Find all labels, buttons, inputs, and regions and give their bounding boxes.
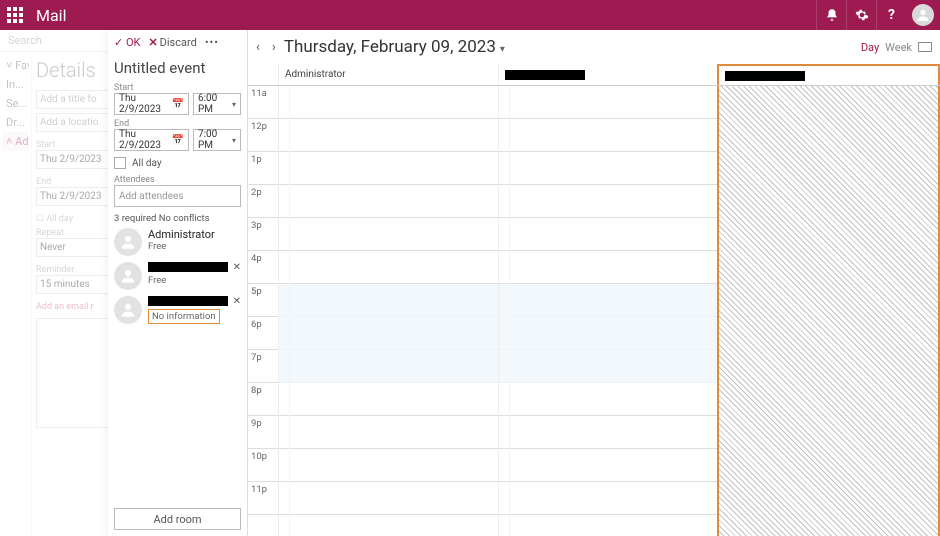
attendee-name [148,262,228,272]
app-launcher[interactable] [0,7,30,23]
user-avatar[interactable] [912,4,934,26]
scheduling-panel: ✓ OK ✕Discard ••• Untitled event Start T… [108,30,248,536]
attendee-status: Free [148,241,241,252]
calendar-icon: 📅 [172,99,184,110]
end-label: End [114,119,241,129]
hour-label: 12p [248,119,278,151]
calendar-date-picker[interactable]: Thursday, February 09, 2023▾ [284,37,505,57]
attendee-name [148,296,228,306]
attendee-row: No information ✕ [114,296,241,324]
attendee-row: AdministratorFree [114,228,241,256]
attendee-status: Free [148,275,241,286]
calendar-column-header [717,64,940,85]
remove-attendee-button[interactable]: ✕ [233,262,241,273]
chevron-down-icon: ▾ [232,100,236,109]
hour-label: 3p [248,218,278,250]
calendar-icon: 📅 [172,135,184,146]
app-title: Mail [30,6,66,25]
person-avatar-icon [114,296,142,324]
next-day-button[interactable]: › [272,40,276,55]
ok-button[interactable]: ✓ OK [114,36,140,49]
attendee-name: Administrator [148,228,241,241]
end-time-select[interactable]: 7:00 PM▾ [193,129,241,151]
attendees-label: Attendees [114,175,241,185]
attendees-input[interactable]: Add attendees [114,185,241,207]
attendee-row: Free ✕ [114,262,241,290]
add-room-button[interactable]: Add room [114,508,241,530]
checkbox-icon [114,157,126,169]
all-day-toggle[interactable]: All day [114,157,241,169]
view-day[interactable]: Day [861,41,879,54]
hour-label: 11p [248,482,278,514]
view-week[interactable]: Week [885,41,912,54]
start-label: Start [114,83,241,93]
calendar-column[interactable] [278,86,498,536]
notifications-button[interactable] [816,0,846,30]
calendar-column-header: Administrator [278,64,498,85]
hour-label: 11a [248,86,278,118]
hour-label: 9p [248,416,278,448]
start-date-input[interactable]: Thu 2/9/2023📅 [114,93,189,115]
calendar-column-header [498,64,718,85]
help-button[interactable]: ? [876,0,906,30]
hour-label: 8p [248,383,278,415]
calendar-column[interactable] [498,86,718,536]
start-time-select[interactable]: 6:00 PM▾ [193,93,241,115]
hour-label: 6p [248,317,278,349]
hour-label: 10p [248,449,278,481]
calendar-panel: ‹ › Thursday, February 09, 2023▾ Day Wee… [248,30,940,536]
hour-label: 2p [248,185,278,217]
more-actions-button[interactable]: ••• [205,36,219,49]
hour-label: 5p [248,284,278,316]
calendar-column[interactable] [717,86,940,536]
hour-label: 1p [248,152,278,184]
discard-button[interactable]: ✕Discard [148,36,196,49]
settings-button[interactable] [846,0,876,30]
prev-day-button[interactable]: ‹ [256,40,260,55]
hour-label: 4p [248,251,278,283]
event-title: Untitled event [114,59,241,77]
person-avatar-icon [114,228,142,256]
chevron-down-icon: ▾ [232,136,236,145]
chevron-down-icon: ▾ [500,44,505,55]
print-icon[interactable] [918,42,932,52]
required-summary: 3 required No conflicts [114,213,241,224]
attendee-status: No information [148,309,220,324]
person-avatar-icon [114,262,142,290]
hour-label: 7p [248,350,278,382]
end-date-input[interactable]: Thu 2/9/2023📅 [114,129,189,151]
remove-attendee-button[interactable]: ✕ [233,296,241,307]
top-bar: Mail ? [0,0,940,30]
